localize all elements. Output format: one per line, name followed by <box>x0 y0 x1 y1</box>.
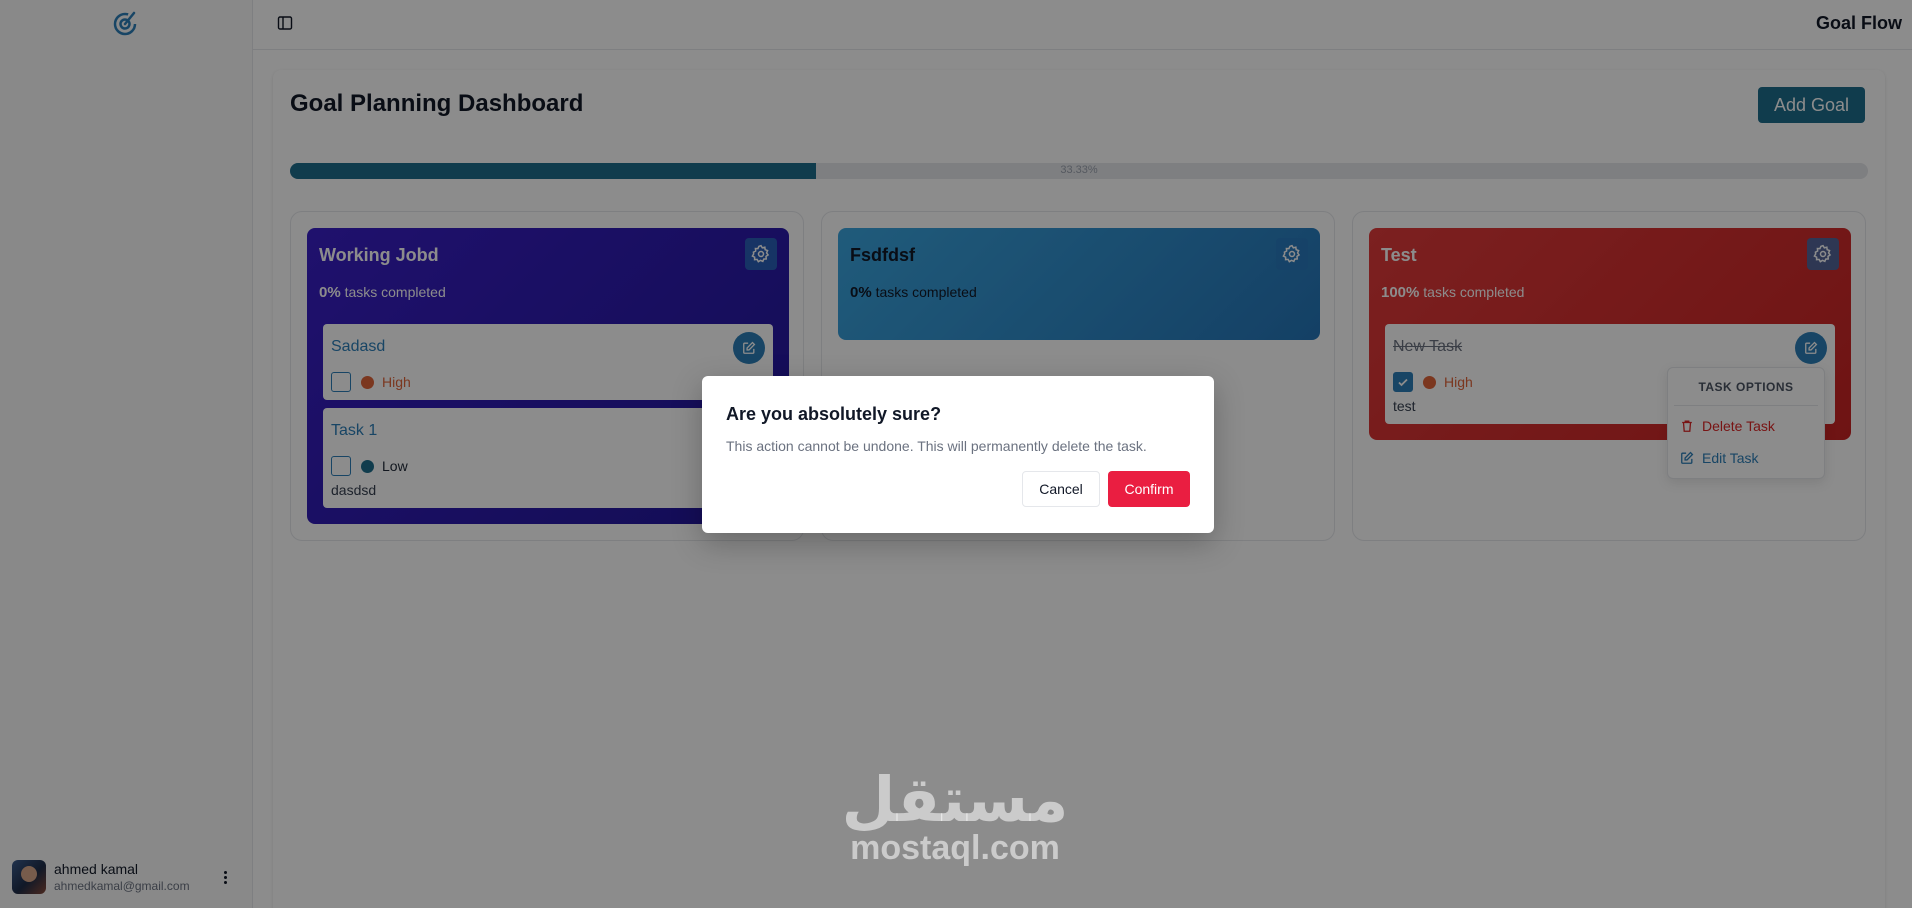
watermark-arabic: مستقل <box>841 763 1069 836</box>
confirm-button[interactable]: Confirm <box>1108 471 1190 507</box>
dialog-title: Are you absolutely sure? <box>726 404 942 424</box>
confirm-dialog: Are you absolutely sure? This action can… <box>702 376 1214 533</box>
dialog-description: This action cannot be undone. This will … <box>726 438 1147 454</box>
watermark: مستقل mostaql.com <box>840 763 1070 867</box>
cancel-button[interactable]: Cancel <box>1022 471 1100 507</box>
watermark-latin: mostaql.com <box>850 829 1060 867</box>
